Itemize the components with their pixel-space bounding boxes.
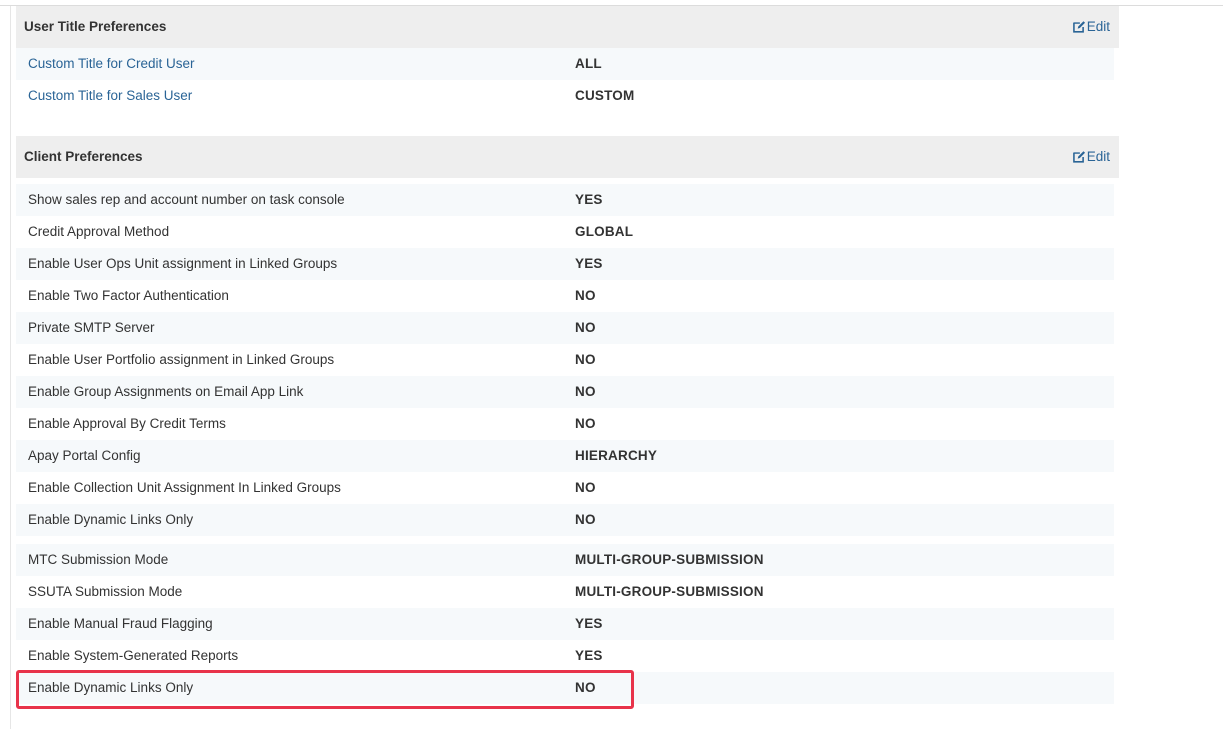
user-title-preferences-section: User Title Preferences Edit Custom Title… <box>16 6 1119 112</box>
row-value: CUSTOM <box>575 88 635 103</box>
row-value: NO <box>575 352 596 367</box>
row-value: MULTI-GROUP-SUBMISSION <box>575 584 764 599</box>
table-row: Enable User Ops Unit assignment in Linke… <box>16 248 1114 280</box>
row-value: YES <box>575 648 603 663</box>
row-value: NO <box>575 680 596 695</box>
row-value: YES <box>575 192 603 207</box>
section-title: User Title Preferences <box>24 19 167 34</box>
custom-title-sales-user-link[interactable]: Custom Title for Sales User <box>28 80 192 112</box>
client-preferences-section: Client Preferences Edit Show sales rep a… <box>16 136 1119 704</box>
row-label: Enable Dynamic Links Only <box>28 512 194 527</box>
table-row: Private SMTP Server NO <box>16 312 1114 344</box>
client-preferences-header: Client Preferences Edit <box>16 136 1119 178</box>
table-row: Credit Approval Method GLOBAL <box>16 216 1114 248</box>
table-row: Show sales rep and account number on tas… <box>16 184 1114 216</box>
table-row: Apay Portal Config HIERARCHY <box>16 440 1114 472</box>
table-row: Custom Title for Credit User ALL <box>16 48 1114 80</box>
left-divider <box>10 6 11 729</box>
row-label: Enable Approval By Credit Terms <box>28 416 226 431</box>
row-value: MULTI-GROUP-SUBMISSION <box>575 552 764 567</box>
row-value: NO <box>575 320 596 335</box>
row-value: HIERARCHY <box>575 448 658 463</box>
row-label: Apay Portal Config <box>28 448 141 463</box>
row-label: Enable Dynamic Links Only <box>28 680 194 695</box>
row-label: Enable User Portfolio assignment in Link… <box>28 352 335 367</box>
row-label: Credit Approval Method <box>28 224 170 239</box>
edit-label: Edit <box>1086 19 1110 34</box>
row-gap <box>16 536 1114 544</box>
custom-title-credit-user-link[interactable]: Custom Title for Credit User <box>28 48 195 80</box>
table-row: Enable Collection Unit Assignment In Lin… <box>16 472 1114 504</box>
row-value: NO <box>575 512 596 527</box>
row-label: Show sales rep and account number on tas… <box>28 192 345 207</box>
user-title-preferences-header: User Title Preferences Edit <box>16 6 1119 48</box>
table-row: SSUTA Submission Mode MULTI-GROUP-SUBMIS… <box>16 576 1114 608</box>
edit-icon <box>1072 151 1085 163</box>
row-value: GLOBAL <box>575 224 634 239</box>
row-value: ALL <box>575 56 602 71</box>
table-row: Enable Manual Fraud Flagging YES <box>16 608 1114 640</box>
edit-label: Edit <box>1086 149 1110 164</box>
table-row-highlighted: Enable Dynamic Links Only NO <box>16 672 1114 704</box>
row-label: Enable System-Generated Reports <box>28 648 239 663</box>
row-value: NO <box>575 384 596 399</box>
table-row: Custom Title for Sales User CUSTOM <box>16 80 1114 112</box>
table-row: Enable Dynamic Links Only NO <box>16 504 1114 536</box>
row-value: YES <box>575 616 603 631</box>
row-label: Enable Collection Unit Assignment In Lin… <box>28 480 341 495</box>
row-value: NO <box>575 288 596 303</box>
row-value: NO <box>575 416 596 431</box>
table-row: Enable Approval By Credit Terms NO <box>16 408 1114 440</box>
row-label: MTC Submission Mode <box>28 552 169 567</box>
edit-icon <box>1072 21 1085 33</box>
section-title: Client Preferences <box>24 149 143 164</box>
row-value: NO <box>575 480 596 495</box>
table-row: Enable User Portfolio assignment in Link… <box>16 344 1114 376</box>
row-label: SSUTA Submission Mode <box>28 584 183 599</box>
row-label: Enable Manual Fraud Flagging <box>28 616 213 631</box>
table-row: Enable Two Factor Authentication NO <box>16 280 1114 312</box>
user-title-preferences-rows: Custom Title for Credit User ALL Custom … <box>16 48 1114 112</box>
row-value: YES <box>575 256 603 271</box>
client-preferences-rows: Show sales rep and account number on tas… <box>16 184 1114 704</box>
table-row: MTC Submission Mode MULTI-GROUP-SUBMISSI… <box>16 544 1114 576</box>
row-label: Private SMTP Server <box>28 320 155 335</box>
row-label: Enable User Ops Unit assignment in Linke… <box>28 256 338 271</box>
user-title-preferences-edit-button[interactable]: Edit <box>1072 6 1110 48</box>
row-label: Enable Two Factor Authentication <box>28 288 229 303</box>
table-row: Enable System-Generated Reports YES <box>16 640 1114 672</box>
row-label: Enable Group Assignments on Email App Li… <box>28 384 304 399</box>
table-row: Enable Group Assignments on Email App Li… <box>16 376 1114 408</box>
client-preferences-edit-button[interactable]: Edit <box>1072 136 1110 178</box>
